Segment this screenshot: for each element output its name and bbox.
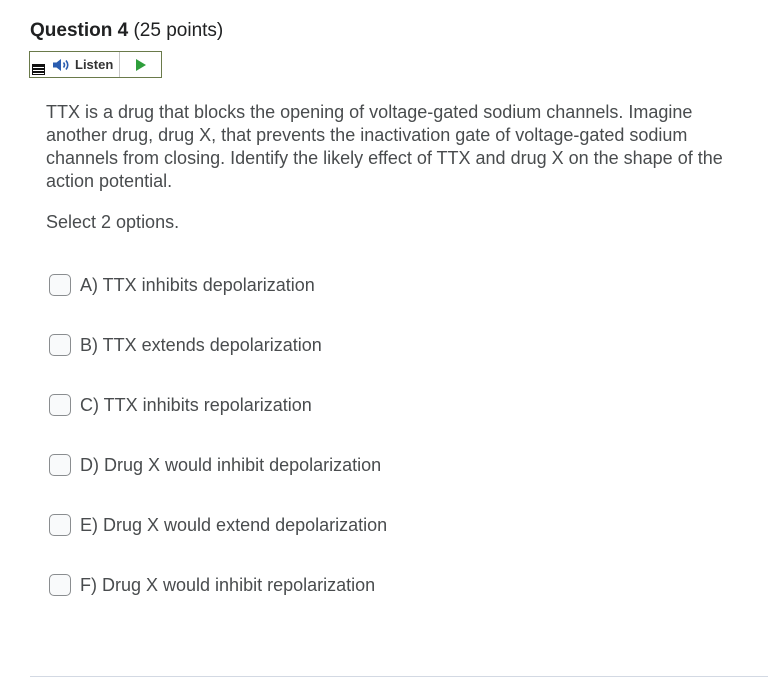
question-points: (25 points) (133, 20, 224, 41)
listen-menu-button[interactable] (30, 52, 48, 77)
option-f[interactable]: F) Drug X would inhibit repolarization (49, 572, 375, 598)
option-b-label[interactable]: B) TTX extends depolarization (80, 335, 322, 356)
option-b[interactable]: B) TTX extends depolarization (49, 332, 322, 358)
play-button[interactable] (120, 52, 161, 77)
option-e-checkbox[interactable] (49, 514, 71, 536)
option-e-label[interactable]: E) Drug X would extend depolarization (80, 515, 387, 536)
option-f-label[interactable]: F) Drug X would inhibit repolarization (80, 575, 375, 596)
option-d[interactable]: D) Drug X would inhibit depolarization (49, 452, 381, 478)
question-title: Question 4 (30, 20, 129, 41)
play-icon (135, 58, 146, 71)
option-d-label[interactable]: D) Drug X would inhibit depolarization (80, 455, 381, 476)
listen-label: Listen (75, 57, 114, 72)
option-a-checkbox[interactable] (49, 274, 71, 296)
listen-widget: Listen (29, 51, 162, 78)
bottom-divider (30, 676, 768, 677)
listen-button[interactable]: Listen (48, 52, 121, 77)
option-c-checkbox[interactable] (49, 394, 71, 416)
option-f-checkbox[interactable] (49, 574, 71, 596)
option-c-label[interactable]: C) TTX inhibits repolarization (80, 395, 312, 416)
select-instruction: Select 2 options. (46, 212, 180, 232)
question-text: TTX is a drug that blocks the opening of… (46, 102, 723, 191)
option-a[interactable]: A) TTX inhibits depolarization (49, 272, 315, 298)
option-c[interactable]: C) TTX inhibits repolarization (49, 392, 312, 418)
option-d-checkbox[interactable] (49, 454, 71, 476)
option-e[interactable]: E) Drug X would extend depolarization (49, 512, 387, 538)
menu-icon[interactable] (32, 64, 45, 75)
speaker-icon (53, 58, 69, 71)
option-b-checkbox[interactable] (49, 334, 71, 356)
option-a-label[interactable]: A) TTX inhibits depolarization (80, 275, 315, 296)
question-header: Question 4 (25 points) (30, 20, 223, 42)
